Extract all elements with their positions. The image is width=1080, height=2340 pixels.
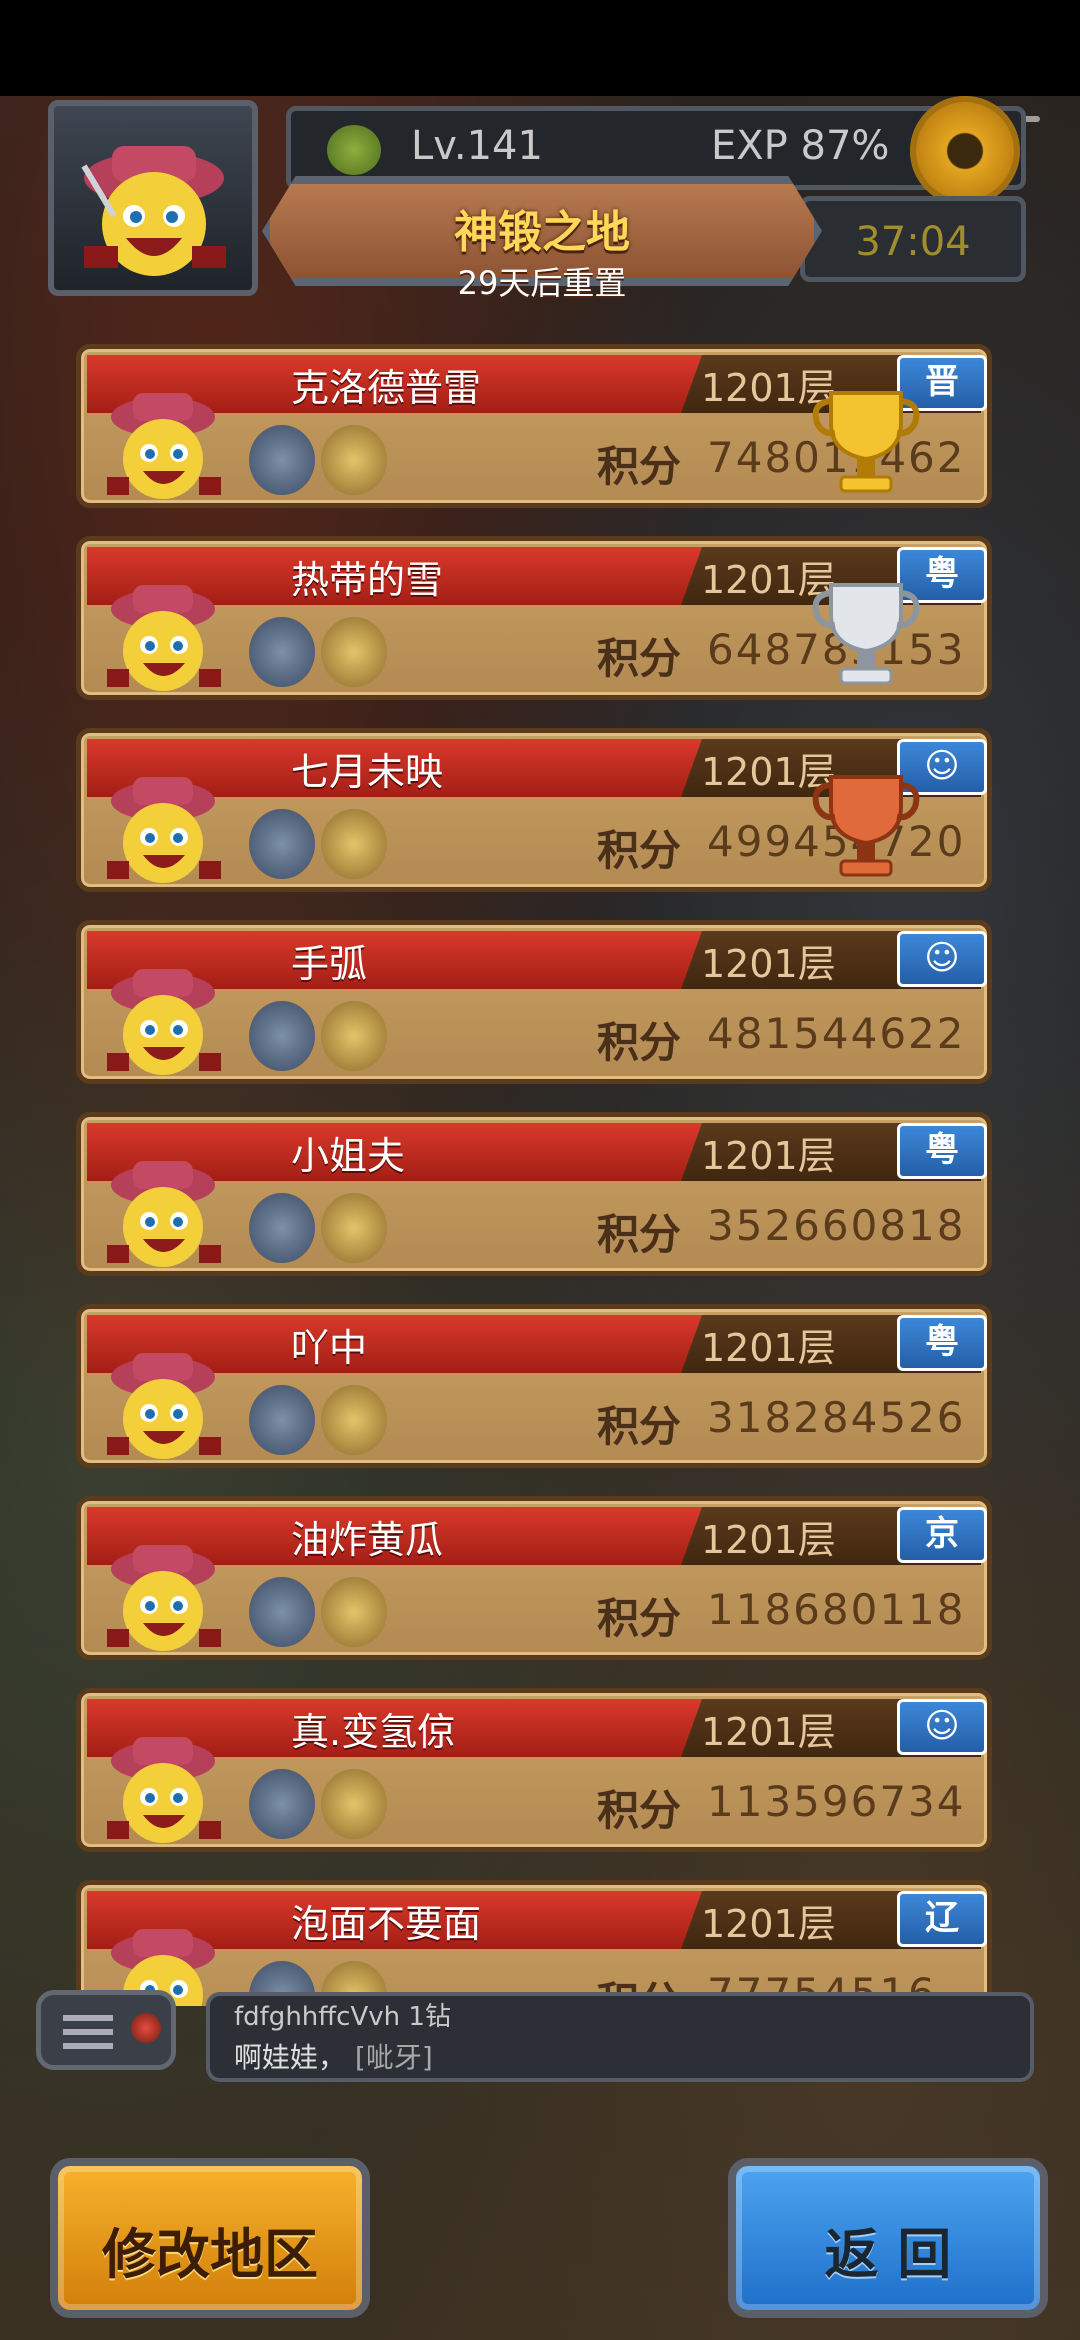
tree-icon: [327, 125, 381, 175]
score-value: 318284526: [707, 1393, 966, 1442]
score-label: 积分: [597, 1210, 682, 1259]
chat-message-1: fdfghhffcVvh 1钻: [234, 2002, 451, 2032]
settings-gear-icon[interactable]: [910, 96, 1020, 206]
rank-card[interactable]: 克洛德普雷 1201层 晋 积分 748011462: [76, 344, 992, 508]
region-badge: ☺: [897, 931, 987, 987]
chat-emote: [呲牙]: [354, 2041, 433, 2074]
trophy-silver-icon: [812, 583, 920, 685]
score-value: 481544622: [707, 1009, 966, 1058]
floor-label: 1201层: [701, 942, 836, 986]
player-avatar-icon: [107, 1353, 221, 1459]
score-label: 积分: [597, 1594, 682, 1643]
floor-label: 1201层: [701, 1902, 836, 1946]
region-badge: 辽: [897, 1891, 987, 1947]
team-member-icon: [321, 1193, 387, 1263]
floor-label: 1201层: [701, 1518, 836, 1562]
banner-title: 神锻之地: [454, 207, 630, 258]
team-member-icon: [249, 1001, 315, 1071]
player-avatar-icon: [107, 1545, 221, 1651]
team-member-icon: [321, 1769, 387, 1839]
score-label: 积分: [597, 1018, 682, 1067]
player-name: 手弧: [291, 942, 368, 986]
rank-card[interactable]: 泡面不要面 1201层 辽 积分 77754516: [76, 1880, 992, 2006]
player-portrait-icon: [81, 146, 226, 276]
floor-label: 1201层: [701, 1326, 836, 1370]
chat-message-2: 啊娃娃， [呲牙]: [234, 2036, 433, 2076]
region-badge: 粤: [897, 1315, 987, 1371]
back-label: 返 回: [824, 2223, 952, 2286]
rank-card[interactable]: 真.变氢倞 1201层 ☺ 积分 113596734: [76, 1688, 992, 1852]
player-avatar[interactable]: [48, 100, 258, 296]
notification-dot-icon: [131, 2013, 161, 2043]
player-name: 七月未映: [291, 750, 444, 794]
floor-label: 1201层: [701, 1134, 836, 1178]
floor-label: 1201层: [701, 1710, 836, 1754]
player-name: 克洛德普雷: [291, 366, 482, 410]
chat-message-text: 啊娃娃，: [234, 2041, 347, 2074]
team-member-icon: [249, 809, 315, 879]
chat-menu-button[interactable]: [36, 1990, 176, 2070]
chat-lines-icon: [63, 2015, 113, 2049]
team-member-icon: [321, 1385, 387, 1455]
player-avatar-icon: [107, 393, 221, 499]
player-name: 泡面不要面: [291, 1902, 482, 1946]
chat-preview[interactable]: fdfghhffcVvh 1钻 啊娃娃， [呲牙]: [206, 1992, 1034, 2082]
score-value: 113596734: [707, 1777, 966, 1826]
rank-card[interactable]: 手弧 1201层 ☺ 积分 481544622: [76, 920, 992, 1084]
region-badge: ☺: [897, 1699, 987, 1755]
team-member-icon: [321, 617, 387, 687]
team-member-icon: [321, 425, 387, 495]
score-label: 积分: [597, 826, 682, 875]
banner-subtitle: 29天后重置: [457, 264, 627, 302]
trophy-gold-icon: [812, 391, 920, 493]
level-label: Lv.141: [411, 123, 543, 169]
rank-card[interactable]: 热带的雪 1201层 粤 积分 648785153: [76, 536, 992, 700]
team-member-icon: [249, 1769, 315, 1839]
team-member-icon: [249, 1577, 315, 1647]
team-member-icon: [321, 1001, 387, 1071]
team-member-icon: [321, 809, 387, 879]
score-label: 积分: [597, 442, 682, 491]
modify-region-label: 修改地区: [102, 2223, 318, 2286]
score-label: 积分: [597, 1402, 682, 1451]
rank-card[interactable]: 七月未映 1201层 ☺ 积分 499454720: [76, 728, 992, 892]
player-name: 真.变氢倞: [291, 1710, 456, 1754]
exp-label: EXP 87%: [711, 123, 890, 169]
region-badge: 京: [897, 1507, 987, 1563]
player-name: 小姐夫: [291, 1134, 406, 1178]
player-avatar-icon: [107, 585, 221, 691]
score-value: 118680118: [707, 1585, 966, 1634]
player-avatar-icon: [107, 1737, 221, 1843]
team-member-icon: [249, 425, 315, 495]
timer-label: 37:04: [855, 219, 971, 265]
player-name: 吖中: [291, 1326, 368, 1370]
team-member-icon: [249, 1193, 315, 1263]
region-badge: 粤: [897, 1123, 987, 1179]
player-avatar-icon: [107, 969, 221, 1075]
timer-box: 37:04: [800, 196, 1026, 282]
player-name: 油炸黄瓜: [291, 1518, 444, 1562]
score-label: 积分: [597, 634, 682, 683]
player-avatar-icon: [107, 1161, 221, 1267]
rank-card[interactable]: 小姐夫 1201层 粤 积分 352660818: [76, 1112, 992, 1276]
team-member-icon: [249, 1385, 315, 1455]
rank-card[interactable]: 吖中 1201层 粤 积分 318284526: [76, 1304, 992, 1468]
rank-card[interactable]: 油炸黄瓜 1201层 京 积分 118680118: [76, 1496, 992, 1660]
back-button[interactable]: 返 回: [728, 2158, 1048, 2318]
modify-region-button[interactable]: 修改地区: [50, 2158, 370, 2318]
team-member-icon: [249, 617, 315, 687]
player-avatar-icon: [107, 777, 221, 883]
score-label: 积分: [597, 1786, 682, 1835]
ranking-list[interactable]: 克洛德普雷 1201层 晋 积分 748011462 热带的雪 1201层 粤 …: [76, 344, 992, 2006]
player-name: 热带的雪: [291, 558, 444, 602]
score-value: 352660818: [707, 1201, 966, 1250]
team-member-icon: [321, 1577, 387, 1647]
trophy-bronze-icon: [812, 775, 920, 877]
